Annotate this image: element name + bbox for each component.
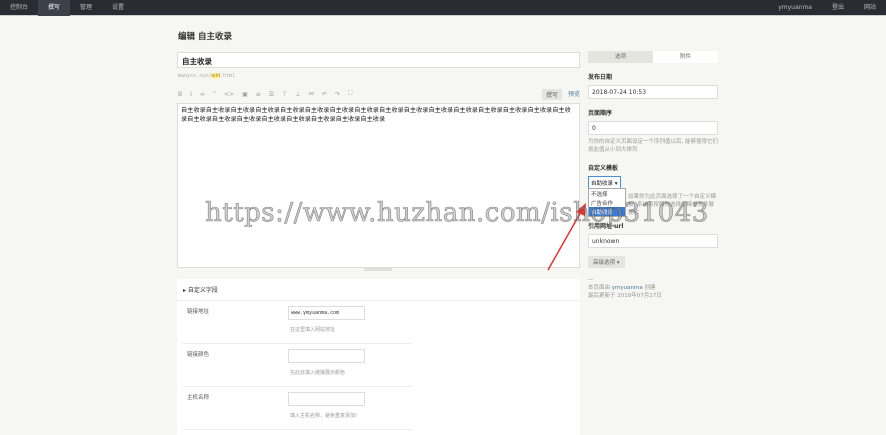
host-name-input[interactable] [288,392,365,406]
nav-site[interactable]: 网站 [854,0,886,16]
ordered-list-icon[interactable]: ≡ [256,91,261,98]
slug: manycs.xyz/add.html [178,73,235,79]
nav-write[interactable]: 撰写 [38,0,71,16]
field-row: 链接地址 www.ymyuanma.com 在这里填入网站地址 [182,301,412,344]
field-label: 链接颜色 [187,352,210,358]
code-icon[interactable]: <> [224,91,234,98]
template-option[interactable]: 不选择 [589,189,625,198]
field-label: 链接地址 [187,309,210,315]
ref-input[interactable]: unknown [588,234,718,248]
tab-attachments[interactable]: 附件 [653,51,718,63]
unordered-list-icon[interactable]: ☰ [269,91,274,98]
field-desc: 填入主机名称，避免重复添加! [290,413,358,419]
field-desc: 在此处填入链接展示颜色 [290,370,346,376]
heading-icon[interactable]: ⊤ [282,91,287,98]
link-icon[interactable]: ∞ [200,91,205,98]
content-editor[interactable]: 自主收录自主收录自主收录自主收录自主收录自主收录自主收录自主收录自主收录自主收录… [177,103,580,268]
nav-user[interactable]: ymyuanma [768,0,822,16]
created-suffix: 创建 [644,285,656,291]
custom-fields-header[interactable]: ▸ 自定义字段 [177,279,580,301]
modified-date: 最后更新于 2018年07月27日 [588,293,662,299]
bold-icon[interactable]: B [178,91,182,98]
watermark: https://www.huzhan.com/ishop31043 [205,198,709,229]
write-tab[interactable]: 撰写 [541,88,562,100]
custom-fields: ▸ 自定义字段 链接地址 www.ymyuanma.com 在这里填入网站地址 … [177,279,580,435]
page-title: 编辑 自主收录 [178,32,232,42]
field-row: 链接颜色 在此处填入链接展示颜色 [182,344,412,387]
order-label: 页面顺序 [588,110,613,117]
fullscreen-icon[interactable]: ⛶ [348,90,352,98]
nav-dashboard[interactable]: 控制台 [0,0,38,16]
link-url-input[interactable]: www.ymyuanma.com [288,306,365,320]
page-meta: — 本页面由 ymyuanma 创建 最后更新于 2018年07月27日 [588,277,662,299]
nav-settings[interactable]: 设置 [102,0,134,16]
order-desc: 为你的自定义页面设定一个序列值以后, 能够使得它们按此值从小到大排列 [588,139,718,153]
slug-input[interactable]: add [211,73,221,79]
author-link[interactable]: ymyuanma [612,285,643,291]
more-icon[interactable]: ⫘ [309,90,314,98]
link-color-input[interactable] [288,349,365,363]
hr-icon[interactable]: ⊥ [295,91,300,98]
slug-prefix: manycs.xyz/ [178,73,212,79]
resize-handle[interactable] [364,268,392,271]
field-row: 主机名称 填入主机名称，避免重复添加! [182,387,412,430]
field-label: 主机名称 [187,395,210,401]
date-input[interactable]: 2018-07-24 10:53 [588,85,718,99]
advanced-options-button[interactable]: 高级选项 ▾ [588,256,625,268]
top-nav: 控制台 撰写 管理 设置 ymyuanma 登出 网站 [0,0,886,16]
italic-icon[interactable]: I [190,91,192,98]
order-input[interactable]: 0 [588,121,718,135]
image-icon[interactable]: ▣ [242,91,248,98]
sidebar: 选项 附件 发布日期 2018-07-24 10:53 页面顺序 0 为你的自定义… [588,51,718,300]
undo-icon[interactable]: ↶ [322,91,327,98]
created-prefix: 本页面由 [588,285,611,291]
template-label: 自定义模板 [588,165,619,172]
nav-manage[interactable]: 管理 [70,0,102,16]
title-input[interactable]: 自主收录 [177,52,580,68]
editor-toolbar: B I ∞ “ <> ▣ ≡ ☰ ⊤ ⊥ ⫘ ↶ ↷ ⛶ 撰写 预览 [178,88,580,100]
slug-suffix: .html [220,73,236,79]
field-desc: 在这里填入网站地址 [290,327,336,333]
custom-fields-title: 自定义字段 [187,287,218,294]
preview-tab[interactable]: 预览 [568,89,580,100]
nav-logout[interactable]: 登出 [822,0,854,16]
date-label: 发布日期 [588,74,613,81]
tab-options[interactable]: 选项 [588,51,653,63]
quote-icon[interactable]: “ [213,91,216,98]
redo-icon[interactable]: ↷ [335,91,340,98]
